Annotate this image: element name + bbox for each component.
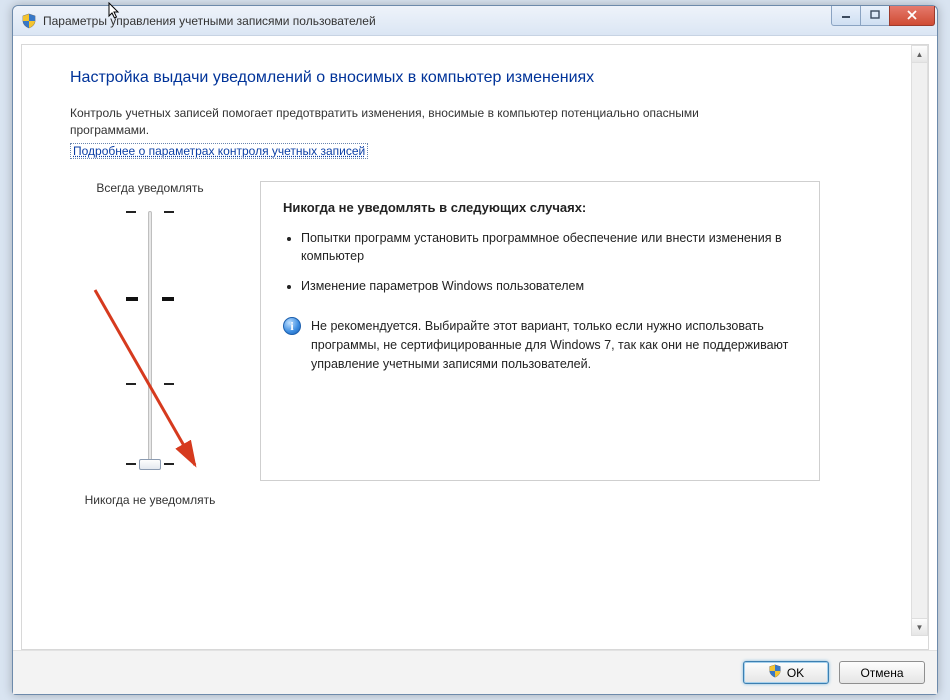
shield-icon (768, 664, 782, 681)
shield-icon (21, 13, 37, 29)
recommendation-row: i Не рекомендуется. Выбирайте этот вариа… (283, 317, 797, 373)
content-pane: Настройка выдачи уведомлений о вносимых … (21, 44, 929, 650)
slider-tick (120, 297, 180, 299)
scroll-up-button[interactable]: ▲ (912, 46, 927, 63)
slider-label-top: Всегда уведомлять (70, 181, 230, 195)
slider-tick (120, 383, 180, 385)
slider-thumb[interactable] (139, 459, 161, 470)
page-description: Контроль учетных записей помогает предот… (70, 105, 770, 140)
cancel-button-label: Отмена (860, 666, 903, 680)
slider-area: Всегда уведомлять (70, 181, 892, 507)
window-controls (832, 6, 935, 26)
uac-slider[interactable] (120, 205, 180, 475)
learn-more-link[interactable]: Подробнее о параметрах контроля учетных … (70, 143, 368, 159)
panel-bullet-list: Попытки программ установить программное … (301, 229, 797, 295)
page-title: Настройка выдачи уведомлений о вносимых … (70, 69, 892, 87)
recommendation-text: Не рекомендуется. Выбирайте этот вариант… (311, 317, 797, 373)
annotation-arrow-icon (90, 285, 250, 505)
scroll-down-button[interactable]: ▼ (912, 618, 927, 635)
client-area: Настройка выдачи уведомлений о вносимых … (13, 36, 937, 694)
level-info-panel: Никогда не уведомлять в следующих случая… (260, 181, 820, 481)
uac-settings-window: Параметры управления учетными записями п… (12, 5, 938, 695)
titlebar[interactable]: Параметры управления учетными записями п… (13, 6, 937, 36)
window-title: Параметры управления учетными записями п… (43, 14, 832, 28)
ok-button-label: OK (787, 666, 804, 680)
ok-button[interactable]: OK (743, 661, 829, 684)
cancel-button[interactable]: Отмена (839, 661, 925, 684)
slider-track (148, 211, 152, 469)
slider-tick (120, 211, 180, 213)
slider-label-bottom: Никогда не уведомлять (70, 493, 230, 507)
list-item: Попытки программ установить программное … (301, 229, 797, 265)
info-icon: i (283, 317, 301, 335)
maximize-button[interactable] (860, 6, 890, 26)
slider-column: Всегда уведомлять (70, 181, 230, 507)
minimize-button[interactable] (831, 6, 861, 26)
list-item: Изменение параметров Windows пользовател… (301, 277, 797, 295)
dialog-button-bar: OK Отмена (13, 650, 937, 694)
panel-heading: Никогда не уведомлять в следующих случая… (283, 200, 797, 215)
close-button[interactable] (889, 6, 935, 26)
scrollbar[interactable]: ▲ ▼ (911, 45, 928, 636)
